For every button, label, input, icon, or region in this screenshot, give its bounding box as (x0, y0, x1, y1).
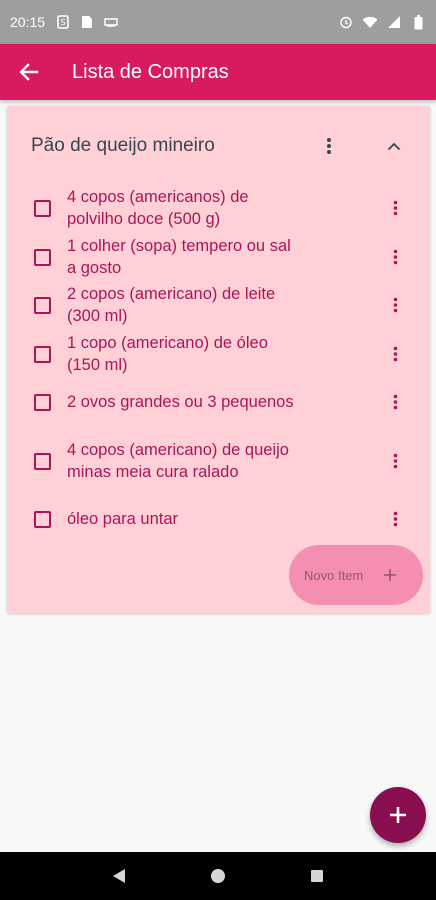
arrow-back-icon (19, 63, 39, 81)
more-vert-icon (393, 511, 397, 527)
item-more-button[interactable] (384, 505, 406, 533)
item-checkbox[interactable] (34, 296, 51, 314)
add-list-fab[interactable] (370, 787, 426, 843)
wifi-icon (362, 14, 378, 30)
item-more-button[interactable] (384, 340, 406, 368)
item-checkbox[interactable] (34, 510, 51, 528)
list-item: 2 copos (americano) de leite (300 ml) (7, 280, 430, 330)
item-text: 1 colher (sopa) tempero ou sal a gosto (67, 237, 291, 277)
item-text: 1 copo (americano) de óleo (150 ml) (67, 334, 268, 374)
square-recents-icon (310, 870, 323, 882)
list-item: 4 copos (americanos) de polvilho doce (5… (7, 182, 430, 234)
list-item: óleo para untar (7, 496, 430, 542)
item-more-button[interactable] (384, 291, 406, 319)
status-icons-left: S (55, 14, 119, 30)
item-text: 2 copos (americano) de leite (300 ml) (67, 285, 276, 325)
more-vert-icon (393, 453, 397, 469)
list-item: 1 copo (americano) de óleo (150 ml) (7, 330, 430, 378)
item-more-button[interactable] (384, 388, 406, 416)
item-text: 2 ovos grandes ou 3 pequenos (67, 393, 294, 411)
item-text: 4 copos (americano) de queijo minas meia… (67, 441, 289, 481)
plus-icon (390, 807, 406, 823)
nav-recents-button[interactable] (305, 864, 329, 888)
more-vert-icon (393, 346, 397, 362)
battery-icon (410, 14, 426, 30)
more-vert-icon (393, 200, 397, 216)
chevron-up-icon (387, 142, 401, 150)
alarm-icon (338, 14, 354, 30)
signal-icon (386, 14, 402, 30)
app-bar: Lista de Compras (0, 44, 436, 100)
card-more-button[interactable] (315, 132, 343, 160)
page-title: Lista de Compras (72, 60, 229, 83)
item-text: óleo para untar (67, 510, 178, 528)
back-button[interactable] (0, 44, 58, 100)
item-more-button[interactable] (384, 243, 406, 271)
list-item: 1 colher (sopa) tempero ou sal a gosto (7, 234, 430, 280)
plus-icon (383, 568, 397, 582)
new-item-button[interactable]: Novo Item (289, 545, 423, 605)
more-vert-icon (393, 394, 397, 410)
list-item: 4 copos (americano) de queijo minas meia… (7, 426, 430, 496)
document-icon (79, 14, 95, 30)
sim-icon: S (55, 14, 71, 30)
system-nav-bar (0, 852, 436, 900)
list-item: 2 ovos grandes ou 3 pequenos (7, 378, 430, 426)
item-text: 4 copos (americanos) de polvilho doce (5… (67, 188, 249, 228)
nav-back-button[interactable] (107, 864, 131, 888)
collapse-button[interactable] (380, 132, 408, 160)
item-checkbox[interactable] (34, 393, 51, 411)
status-icons-right (338, 14, 426, 30)
new-item-label: Novo Item (304, 567, 364, 583)
item-checkbox[interactable] (34, 452, 51, 470)
more-vert-icon (327, 138, 331, 154)
item-more-button[interactable] (384, 194, 406, 222)
svg-text:S: S (61, 18, 66, 27)
shopping-list-card: Pão de queijo mineiro 4 copos (americano… (7, 106, 430, 613)
item-more-button[interactable] (384, 447, 406, 475)
status-bar: 20:15 S (0, 0, 436, 44)
nav-home-button[interactable] (206, 864, 230, 888)
item-checkbox[interactable] (34, 248, 51, 266)
circle-home-icon (210, 869, 225, 883)
item-checkbox[interactable] (34, 199, 51, 217)
card-header: Pão de queijo mineiro (7, 126, 430, 166)
card-title: Pão de queijo mineiro (31, 135, 215, 156)
more-vert-icon (393, 297, 397, 313)
item-list: 4 copos (americanos) de polvilho doce (5… (7, 182, 430, 542)
status-time: 20:15 (10, 14, 46, 30)
triangle-back-icon (113, 869, 126, 883)
item-checkbox[interactable] (34, 345, 51, 363)
cast-icon (103, 14, 119, 30)
more-vert-icon (393, 249, 397, 265)
